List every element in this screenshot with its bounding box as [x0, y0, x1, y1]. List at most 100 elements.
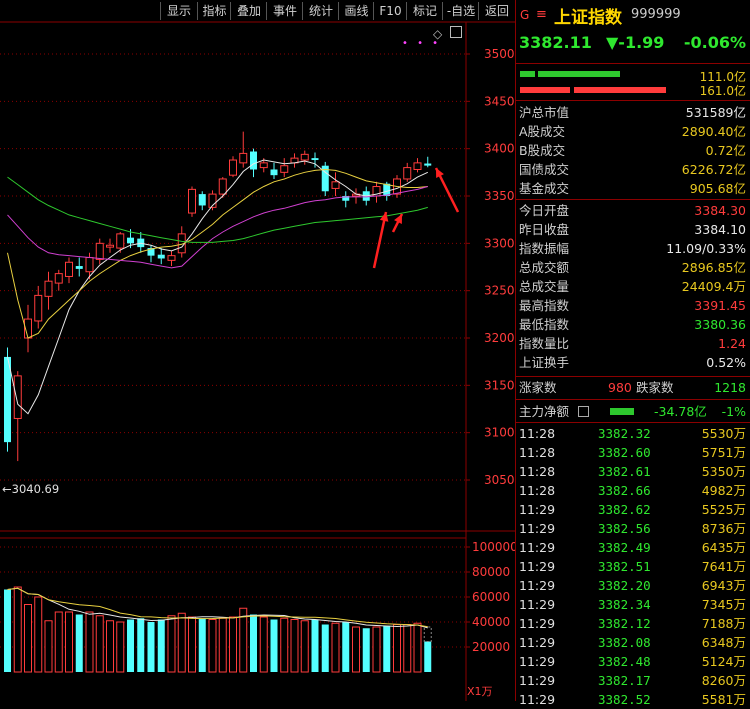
stat-row: 指数量比 1.24 — [516, 334, 750, 353]
volume-bar-red-b — [574, 87, 666, 93]
candle-body — [65, 261, 73, 277]
candle-body — [270, 169, 278, 176]
stat-value: 1.24 — [718, 336, 746, 351]
tick-price: 3382.20 — [598, 578, 651, 593]
volume-bar — [167, 615, 176, 673]
stat-row: B股成交 0.72亿 — [516, 141, 750, 160]
panel-divider — [515, 0, 516, 701]
toolbar-button-9[interactable]: 返回 — [478, 2, 515, 20]
advance-decline-row: 涨家数 980 跌家数 1218 — [516, 378, 750, 397]
candle-body — [157, 254, 165, 259]
tick-volume: 6348万 — [701, 635, 746, 650]
volume-tick-label: 40000 — [472, 615, 510, 629]
stat-row: 最低指数 3380.36 — [516, 315, 750, 334]
candle-body — [167, 255, 176, 261]
stat-value: 2890.40亿 — [681, 124, 746, 139]
toolbar-button-6[interactable]: F10 — [373, 2, 407, 20]
menu-icon[interactable]: ≡ — [536, 7, 547, 22]
candle-body — [229, 159, 237, 176]
toolbar-button-1[interactable]: 指标 — [197, 2, 231, 20]
toolbar-button-4[interactable]: 统计 — [302, 2, 339, 20]
tick-volume: 5751万 — [701, 445, 746, 460]
stat-row: 基金成交 905.68亿 — [516, 179, 750, 198]
tick-volume: 8736万 — [701, 521, 746, 536]
stat-value: 11.09/0.33% — [666, 241, 746, 256]
tick-time: 11:29 — [519, 597, 556, 612]
toolbar-button-2[interactable]: 叠加 — [230, 2, 267, 20]
stat-row: A股成交 2890.40亿 — [516, 122, 750, 141]
kline-chart[interactable]: 3500 3450 3400 3350 3300 3250 3200 3150 3100 3050… — [0, 0, 516, 701]
tick-volume: 7641万 — [701, 559, 746, 574]
stat-label: A股成交 — [519, 124, 566, 139]
tick-time: 11:29 — [519, 540, 556, 555]
price-tick-label: 3050 — [484, 473, 515, 487]
volume-bar — [157, 619, 165, 672]
toolbar-button-5[interactable]: 画线 — [338, 2, 374, 20]
volume-bar — [250, 614, 257, 672]
tick-price: 3382.48 — [598, 654, 651, 669]
volume-bar — [44, 620, 53, 673]
tick-row: 11:29 3382.49 6435万 — [516, 538, 750, 557]
divider — [516, 100, 750, 101]
toolbar-button-8[interactable]: -自选 — [442, 2, 479, 20]
candle-body — [13, 375, 22, 419]
capital-bar — [610, 408, 634, 415]
volume-bar — [290, 619, 299, 673]
tick-time: 11:28 — [519, 426, 556, 441]
volume-bar — [424, 641, 432, 672]
volume-bar — [95, 615, 104, 673]
toolbar-button-3[interactable]: 事件 — [266, 2, 303, 20]
stat-label: 基金成交 — [519, 181, 570, 196]
candle-body — [188, 188, 196, 214]
price-tick-label: 3450 — [484, 94, 515, 108]
bar2-value: 161.0亿 — [699, 84, 746, 98]
divider — [516, 376, 750, 377]
volume-bar — [4, 589, 11, 672]
stat-value: 24409.4万 — [681, 279, 746, 294]
flag-icon[interactable]: G — [520, 8, 529, 22]
stat-value: 905.68亿 — [689, 181, 746, 196]
volume-bar — [147, 622, 155, 672]
candle-body — [239, 152, 248, 164]
tick-volume: 5350万 — [701, 464, 746, 479]
tick-price: 3382.66 — [598, 483, 651, 498]
price-tick-label: 3300 — [484, 236, 515, 250]
tick-price: 3382.61 — [598, 464, 651, 479]
fall-label: 跌家数 — [636, 380, 674, 395]
volume-bar — [383, 625, 391, 672]
tick-price: 3382.08 — [598, 635, 651, 650]
tick-row: 11:28 3382.66 4982万 — [516, 481, 750, 500]
stat-row: 总成交量 24409.4万 — [516, 277, 750, 296]
tick-time: 11:28 — [519, 483, 556, 498]
index-code: 999999 — [631, 7, 681, 22]
volume-bar — [300, 620, 309, 673]
window-icon[interactable] — [450, 26, 462, 38]
toolbar-button-7[interactable]: 标记 — [406, 2, 443, 20]
capital-value: -34.78亿 — [654, 404, 707, 419]
tick-row: 11:29 3382.17 8260万 — [516, 671, 750, 690]
tick-row: 11:29 3382.62 5525万 — [516, 500, 750, 519]
capital-list-icon[interactable] — [578, 406, 589, 417]
volume-bar-outline — [423, 626, 432, 642]
volume-bar — [13, 586, 22, 673]
tick-price: 3382.62 — [598, 502, 651, 517]
toolbar-button-0[interactable]: 显示 — [160, 2, 197, 20]
volume-bar — [198, 618, 206, 672]
current-price: 3382.11 — [519, 33, 592, 52]
volume-bar — [34, 596, 43, 673]
volume-bar — [342, 622, 350, 672]
tick-time: 11:29 — [519, 692, 556, 707]
stat-value: 3384.30 — [694, 203, 746, 218]
tick-volume: 7345万 — [701, 597, 746, 612]
tick-time: 11:29 — [519, 559, 556, 574]
volume-tick-label: 80000 — [472, 565, 510, 579]
chart-toolbar: 显示 指标 叠加 事件 统计 画线 F10 标记 -自选 返回 — [0, 0, 515, 22]
divider — [516, 199, 750, 200]
candle-body — [259, 162, 268, 169]
tick-time: 11:29 — [519, 635, 556, 650]
volume-bar — [372, 626, 381, 673]
stat-label: 指数振幅 — [519, 241, 570, 256]
tick-row: 11:29 3382.51 7641万 — [516, 557, 750, 576]
stat-label: 上证换手 — [519, 355, 570, 370]
stat-row: 沪总市值 531589亿 — [516, 103, 750, 122]
